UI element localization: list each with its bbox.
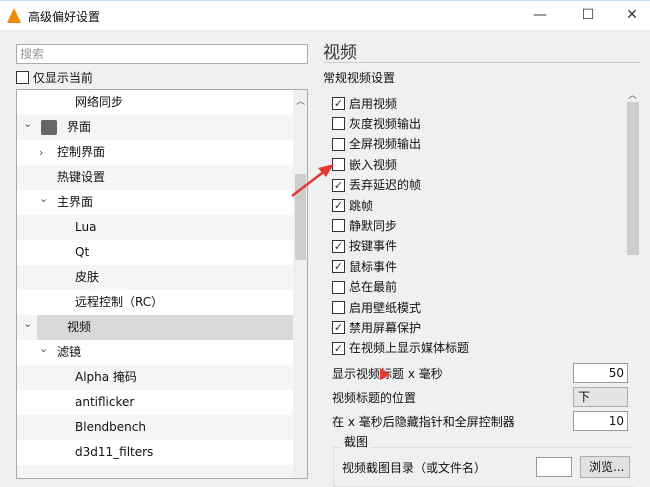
tree-item-label: Lua — [75, 220, 97, 234]
tree-item-label: 界面 — [67, 120, 92, 134]
tree-item-label: 主界面 — [57, 195, 94, 209]
tree-item-label: d3d11_filters — [75, 445, 154, 459]
tree-item-label: 皮肤 — [75, 270, 100, 284]
tree-item-label: 视频 — [67, 320, 92, 334]
tree-item-label: 热键设置 — [57, 170, 106, 184]
tree-item-label: 滤镜 — [57, 345, 82, 359]
tree-item-label: Blendbench — [75, 420, 146, 434]
tree-item-label: 远程控制（RC） — [75, 295, 164, 309]
cursor-pointer-icon — [380, 368, 390, 380]
tree-item-label: Qt — [75, 245, 90, 259]
tree-item-label: antiflicker — [75, 395, 135, 409]
tree-item-label: Alpha 掩码 — [75, 370, 137, 384]
red-arrow-annotation — [291, 164, 334, 197]
tree-item-label: 网络同步 — [75, 95, 124, 109]
tree-item-label: 控制界面 — [57, 145, 106, 159]
